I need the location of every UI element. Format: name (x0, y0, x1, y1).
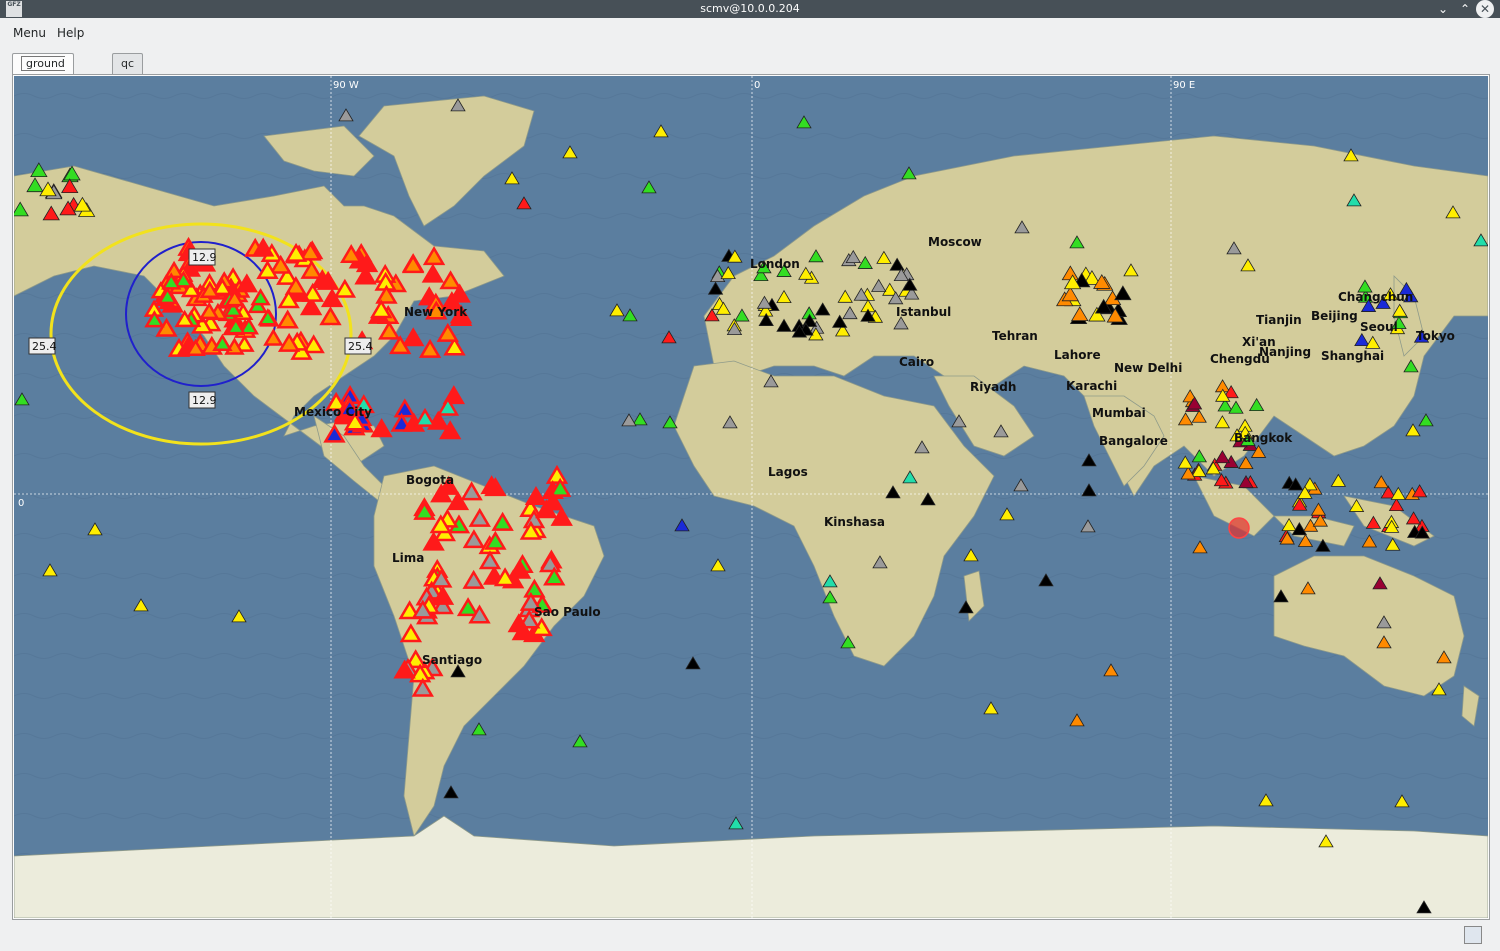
maximize-icon[interactable]: ⌃ (1456, 0, 1474, 18)
city-label: Lahore (1054, 348, 1101, 362)
city-label: New York (404, 305, 468, 319)
grid-label-90e: 90 E (1173, 80, 1195, 91)
city-label: Bogota (406, 473, 454, 487)
event-label-left: 25.4 (32, 340, 57, 353)
city-label: Tehran (992, 329, 1038, 343)
title-bar: GFZ scmv@10.0.0.204 ⌄ ⌃ ✕ (0, 0, 1500, 18)
city-label: Santiago (422, 653, 482, 667)
city-label: Riyadh (970, 380, 1016, 394)
city-label: Cairo (899, 355, 934, 369)
city-label: Lagos (768, 465, 808, 479)
event-label-bottom: 12.9 (192, 394, 217, 407)
city-label: Tokyo (1416, 329, 1455, 343)
city-label: Changchun (1338, 290, 1413, 304)
event-marker (1228, 517, 1250, 539)
city-label: Mumbai (1092, 406, 1146, 420)
city-label: Shanghai (1321, 349, 1384, 363)
window-title: scmv@10.0.0.204 (700, 2, 800, 15)
menu-item-menu[interactable]: Menu (13, 26, 46, 40)
city-label: Tianjin (1256, 313, 1302, 327)
city-label: Beijing (1311, 309, 1358, 323)
city-label: Mexico City (294, 405, 372, 419)
menu-bar: Menu Help (0, 20, 1500, 44)
map-settings-icon[interactable] (1464, 926, 1482, 944)
city-label: New Delhi (1114, 361, 1182, 375)
city-label: London (750, 257, 800, 271)
close-icon[interactable]: ✕ (1476, 0, 1494, 18)
tab-qc[interactable]: qc (112, 53, 144, 75)
menu-item-help[interactable]: Help (57, 26, 84, 40)
city-label: Nanjing (1259, 345, 1311, 359)
minimize-icon[interactable]: ⌄ (1434, 0, 1452, 18)
grid-label-0-lat: 0 (18, 498, 24, 509)
city-label: Bangalore (1099, 434, 1168, 448)
city-label: Karachi (1066, 379, 1117, 393)
tab-ground-motion[interactable]: ground motion (12, 53, 74, 91)
world-map[interactable]: 90 W 0 90 E 0 12.9 25.4 25.4 12.9 Moscow… (14, 76, 1488, 918)
city-label: Lima (392, 551, 424, 565)
grid-label-0-lon: 0 (754, 80, 760, 91)
city-label: Bangkok (1234, 431, 1293, 445)
city-label: Sao Paulo (534, 605, 601, 619)
grid-label-90w: 90 W (333, 80, 359, 91)
city-label: Seoul (1360, 320, 1398, 334)
event-label-top: 12.9 (192, 251, 217, 264)
event-label-right: 25.4 (348, 340, 373, 353)
city-label: Moscow (928, 235, 982, 249)
city-label: Istanbul (896, 305, 951, 319)
city-label: Kinshasa (824, 515, 885, 529)
